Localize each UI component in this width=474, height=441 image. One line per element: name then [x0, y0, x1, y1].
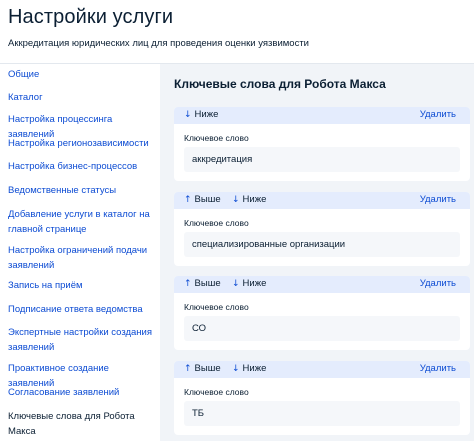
delete-button[interactable]: Удалить	[420, 363, 456, 374]
sidebar-item-business-processes[interactable]: Настройка бизнес-процессов	[8, 159, 153, 174]
section-title: Ключевые слова для Робота Макса	[174, 77, 386, 91]
keyword-field-label: Ключевое слово	[184, 218, 249, 228]
keyword-card: ↓ Ниже Удалить Ключевое слово аккредитаци…	[174, 107, 470, 181]
sidebar-item-signing[interactable]: Подписание ответа ведомства	[8, 302, 153, 317]
move-down-label: Ниже	[194, 109, 219, 120]
keyword-card-toolbar: ↓ Ниже Удалить	[174, 107, 470, 124]
delete-button[interactable]: Удалить	[420, 278, 456, 289]
move-down-label: Ниже	[242, 194, 267, 205]
delete-button[interactable]: Удалить	[420, 109, 456, 120]
keyword-card-toolbar: ↑ Выше ↓ Ниже Удалить	[174, 192, 470, 209]
move-up-button[interactable]: ↑ Выше	[184, 278, 221, 289]
settings-sidebar: Общие Каталог Настройка процессинга заяв…	[0, 64, 160, 441]
page-header: Настройки услуги Аккредитация юридически…	[0, 0, 474, 64]
move-up-label: Выше	[194, 194, 221, 205]
move-down-button[interactable]: ↓ Ниже	[184, 109, 218, 120]
keyword-field-label: Ключевое слово	[184, 302, 249, 312]
sidebar-item-statuses[interactable]: Ведомственные статусы	[8, 183, 153, 198]
keyword-card: ↑ Выше ↓ Ниже Удалить Ключевое слово СО	[174, 276, 470, 350]
keyword-input[interactable]: аккредитация	[184, 147, 460, 172]
sidebar-item-general[interactable]: Общие	[8, 67, 153, 82]
page-title: Настройки услуги	[8, 6, 174, 28]
move-up-button[interactable]: ↑ Выше	[184, 363, 221, 374]
arrow-down-icon: ↓	[232, 364, 240, 374]
move-down-label: Ниже	[242, 363, 267, 374]
move-down-button[interactable]: ↓ Ниже	[232, 194, 266, 205]
sidebar-item-catalog[interactable]: Каталог	[8, 90, 153, 105]
move-down-button[interactable]: ↓ Ниже	[232, 278, 266, 289]
move-down-label: Ниже	[242, 278, 267, 289]
sidebar-item-keywords[interactable]: Ключевые слова для Робота Макса	[8, 409, 153, 439]
keyword-card-toolbar: ↑ Выше ↓ Ниже Удалить	[174, 276, 470, 293]
move-up-button[interactable]: ↑ Выше	[184, 194, 221, 205]
arrow-down-icon: ↓	[184, 110, 192, 120]
arrow-down-icon: ↓	[232, 279, 240, 289]
keyword-input[interactable]: специализированные организации	[184, 232, 460, 257]
move-down-button[interactable]: ↓ Ниже	[232, 363, 266, 374]
arrow-up-icon: ↑	[184, 364, 192, 374]
move-up-label: Выше	[194, 363, 221, 374]
sidebar-item-limits[interactable]: Настройка ограничений подачи заявлений	[8, 243, 153, 273]
arrow-down-icon: ↓	[232, 195, 240, 205]
arrow-up-icon: ↑	[184, 279, 192, 289]
page-subtitle: Аккредитация юридических лиц для проведе…	[8, 38, 309, 49]
keyword-field-label: Ключевое слово	[184, 387, 249, 397]
keywords-panel: Ключевые слова для Робота Макса ↓ Ниже Уд…	[160, 64, 474, 441]
move-up-label: Выше	[194, 278, 221, 289]
keyword-field-label: Ключевое слово	[184, 133, 249, 143]
sidebar-item-approval[interactable]: Согласование заявлений	[8, 385, 153, 400]
arrow-up-icon: ↑	[184, 195, 192, 205]
sidebar-item-add-to-catalog[interactable]: Добавление услуги в каталог на главной с…	[8, 207, 153, 237]
keyword-card: ↑ Выше ↓ Ниже Удалить Ключевое слово специ…	[174, 192, 470, 266]
keyword-input[interactable]: СО	[184, 316, 460, 341]
keyword-input[interactable]: ТБ	[184, 401, 460, 426]
keyword-card-toolbar: ↑ Выше ↓ Ниже Удалить	[174, 361, 470, 378]
keyword-card: ↑ Выше ↓ Ниже Удалить Ключевое слово ТБ	[174, 361, 470, 435]
sidebar-item-expert-settings[interactable]: Экспертные настройки создания заявлений	[8, 325, 153, 355]
sidebar-item-region[interactable]: Настройка регионозависимости	[8, 136, 153, 151]
delete-button[interactable]: Удалить	[420, 194, 456, 205]
sidebar-item-appointment[interactable]: Запись на приём	[8, 278, 153, 293]
